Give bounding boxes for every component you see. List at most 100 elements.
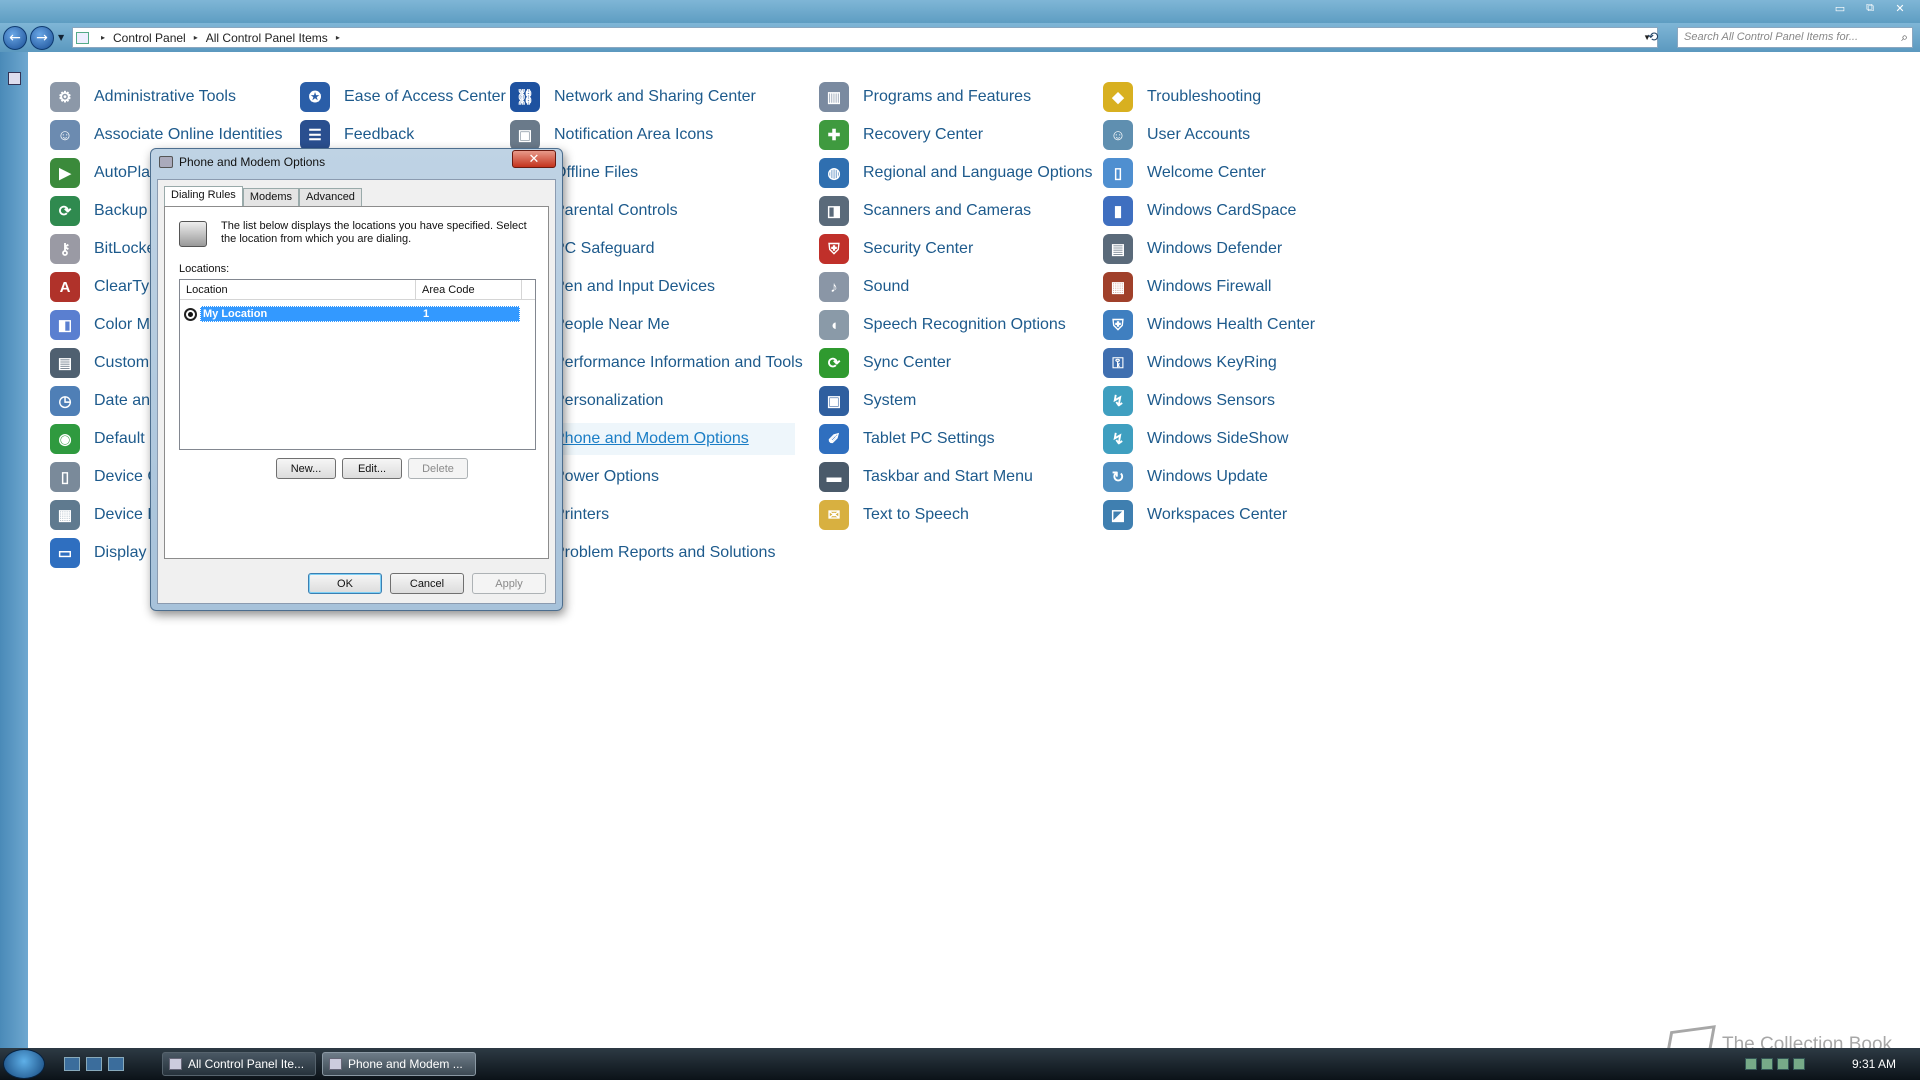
selected-row[interactable]: My Location 1 xyxy=(200,306,520,322)
network-icon[interactable] xyxy=(1745,1058,1757,1070)
refresh-icon: ⟲ xyxy=(1647,30,1659,45)
apply-button[interactable]: Apply xyxy=(472,573,546,594)
windows-sideshow-icon: ↯ xyxy=(1103,424,1133,454)
volume-icon[interactable] xyxy=(1793,1058,1805,1070)
location-name: My Location xyxy=(203,308,268,320)
security-center-icon: ⛨ xyxy=(819,234,849,264)
dialog-title-text: Phone and Modem Options xyxy=(179,155,326,169)
cp-item-system[interactable]: ▣ System xyxy=(819,385,916,417)
cp-item-tablet-pc-settings[interactable]: ✐ Tablet PC Settings xyxy=(819,423,995,455)
close-button[interactable]: ✕ xyxy=(1888,1,1912,15)
cp-item-user-accounts[interactable]: ☺ User Accounts xyxy=(1103,119,1250,151)
cp-item-windows-sideshow[interactable]: ↯ Windows SideShow xyxy=(1103,423,1288,455)
cp-item-troubleshooting[interactable]: ◆ Troubleshooting xyxy=(1103,81,1261,113)
associate-online-identities-icon: ☺ xyxy=(50,120,80,150)
breadcrumb-separator[interactable]: ▸ xyxy=(101,33,105,42)
cp-item-label: Windows Defender xyxy=(1147,240,1283,257)
cp-item-windows-defender[interactable]: ▤ Windows Defender xyxy=(1103,233,1282,265)
cp-item-regional-and-language-options[interactable]: ◍ Regional and Language Options xyxy=(819,157,1093,189)
cp-item-label: Tablet PC Settings xyxy=(863,430,995,447)
taskbar-button-phone-modem[interactable]: Phone and Modem ... xyxy=(322,1052,476,1076)
refresh-button[interactable]: ⟲ xyxy=(1645,27,1661,48)
search-icon[interactable]: ⌕ xyxy=(1901,30,1908,45)
cp-item-windows-health-center[interactable]: ⛨ Windows Health Center xyxy=(1103,309,1315,341)
forward-button[interactable]: → xyxy=(30,26,54,50)
breadcrumb-separator[interactable]: ▸ xyxy=(194,33,198,42)
internet-explorer-icon[interactable] xyxy=(108,1057,124,1071)
list-item[interactable]: My Location 1 xyxy=(184,306,520,322)
cp-item-scanners-and-cameras[interactable]: ◨ Scanners and Cameras xyxy=(819,195,1031,227)
location-radio[interactable] xyxy=(184,307,197,321)
cp-item-sound[interactable]: ♪ Sound xyxy=(819,271,909,303)
cp-item-windows-keyring[interactable]: ⚿ Windows KeyRing xyxy=(1103,347,1277,379)
cp-item-windows-sensors[interactable]: ↯ Windows Sensors xyxy=(1103,385,1275,417)
device-manager-icon: ▦ xyxy=(50,500,80,530)
column-area-code[interactable]: Area Code xyxy=(416,280,522,299)
cp-item-programs-and-features[interactable]: ▥ Programs and Features xyxy=(819,81,1031,113)
dialog-close-button[interactable]: ✕ xyxy=(512,150,556,168)
search-placeholder: Search All Control Panel Items for... xyxy=(1684,31,1859,43)
cp-item-network-and-sharing-center[interactable]: ⛓ Network and Sharing Center xyxy=(510,81,756,113)
list-header: Location Area Code xyxy=(180,280,535,300)
back-button[interactable]: ← xyxy=(3,26,27,50)
dialog-title: Phone and Modem Options xyxy=(159,155,325,169)
search-input[interactable]: Search All Control Panel Items for... ⌕ xyxy=(1677,27,1913,48)
power-icon[interactable] xyxy=(1777,1058,1789,1070)
tab-modems[interactable]: Modems xyxy=(242,188,299,206)
breadcrumb-separator[interactable]: ▸ xyxy=(336,33,340,42)
cp-item-associate-online-identities[interactable]: ☺ Associate Online Identities xyxy=(50,119,283,151)
minimize-button[interactable]: ▭ xyxy=(1828,1,1852,15)
address-field[interactable]: ▸ Control Panel ▸ All Control Panel Item… xyxy=(72,27,1658,48)
delete-button[interactable]: Delete xyxy=(408,458,468,479)
maximize-button[interactable]: ⧉ xyxy=(1858,1,1882,15)
cp-item-windows-firewall[interactable]: ▦ Windows Firewall xyxy=(1103,271,1271,303)
locations-list[interactable]: Location Area Code My Location 1 xyxy=(179,279,536,450)
cp-item-label: Feedback xyxy=(344,126,415,143)
speech-recognition-options-icon: ◖ xyxy=(819,310,849,340)
cp-item-welcome-center[interactable]: ▯ Welcome Center xyxy=(1103,157,1266,189)
taskbar-button-control-panel[interactable]: All Control Panel Ite... xyxy=(162,1052,316,1076)
security-icon[interactable] xyxy=(1761,1058,1773,1070)
new-button[interactable]: New... xyxy=(276,458,336,479)
cp-item-ease-of-access-center[interactable]: ✪ Ease of Access Center xyxy=(300,81,506,113)
cancel-button[interactable]: Cancel xyxy=(390,573,464,594)
show-desktop-icon[interactable] xyxy=(64,1057,80,1071)
cp-item-speech-recognition-options[interactable]: ◖ Speech Recognition Options xyxy=(819,309,1066,341)
breadcrumb-control-panel[interactable]: Control Panel xyxy=(113,31,186,45)
cp-item-windows-cardspace[interactable]: ▮ Windows CardSpace xyxy=(1103,195,1296,227)
cp-item-feedback[interactable]: ☰ Feedback xyxy=(300,119,414,151)
scanners-and-cameras-icon: ◨ xyxy=(819,196,849,226)
cp-item-text-to-speech[interactable]: ✉ Text to Speech xyxy=(819,499,969,531)
date-and-time-icon: ◷ xyxy=(50,386,80,416)
edit-button[interactable]: Edit... xyxy=(342,458,402,479)
start-button[interactable] xyxy=(3,1049,45,1079)
cp-item-taskbar-and-start-menu[interactable]: ▬ Taskbar and Start Menu xyxy=(819,461,1033,493)
autoplay-icon: ▶ xyxy=(50,158,80,188)
cp-item-notification-area-icons[interactable]: ▣ Notification Area Icons xyxy=(510,119,713,151)
tab-advanced[interactable]: Advanced xyxy=(299,188,362,206)
cp-item-administrative-tools[interactable]: ⚙ Administrative Tools xyxy=(50,81,236,113)
cp-item-recovery-center[interactable]: ✚ Recovery Center xyxy=(819,119,983,151)
tab-dialing-rules[interactable]: Dialing Rules xyxy=(164,186,243,206)
troubleshooting-icon: ◆ xyxy=(1103,82,1133,112)
cp-item-sync-center[interactable]: ⟳ Sync Center xyxy=(819,347,951,379)
cp-item-autoplay[interactable]: ▶ AutoPlay xyxy=(50,157,158,189)
control-panel-icon xyxy=(76,31,89,44)
cp-item-label: Problem Reports and Solutions xyxy=(554,544,776,561)
cp-item-security-center[interactable]: ⛨ Security Center xyxy=(819,233,973,265)
clock[interactable]: 9:31 AM xyxy=(1852,1057,1896,1071)
breadcrumb-all-items[interactable]: All Control Panel Items xyxy=(206,31,328,45)
cp-item-display[interactable]: ▭ Display xyxy=(50,537,146,569)
nav-pane-icon[interactable] xyxy=(8,72,21,85)
cp-item-windows-update[interactable]: ↻ Windows Update xyxy=(1103,461,1268,493)
cp-item-workspaces-center[interactable]: ◪ Workspaces Center xyxy=(1103,499,1287,531)
switch-windows-icon[interactable] xyxy=(86,1057,102,1071)
column-location[interactable]: Location xyxy=(180,280,416,299)
feedback-icon: ☰ xyxy=(300,120,330,150)
recent-pages-dropdown[interactable]: ▼ xyxy=(58,33,64,42)
address-toolbar: ← → ▼ ▸ Control Panel ▸ All Control Pane… xyxy=(0,23,1920,52)
cp-item-label: Phone and Modem Options xyxy=(554,430,749,447)
default-programs-icon: ◉ xyxy=(50,424,80,454)
bitlocker-drive-encryption-icon: ⚷ xyxy=(50,234,80,264)
ok-button[interactable]: OK xyxy=(308,573,382,594)
